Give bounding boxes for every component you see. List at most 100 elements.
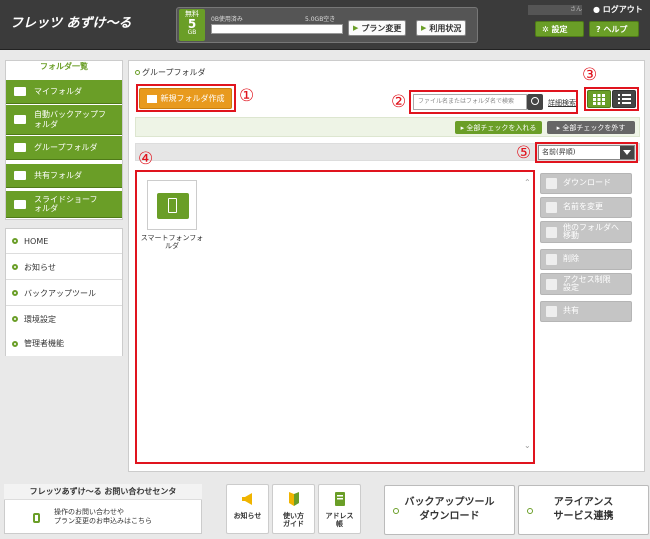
logout-link[interactable]: ● ログアウト [593,4,643,15]
sort-select[interactable]: 名前(昇順) [538,145,635,160]
sidebar-folder-my[interactable]: マイフォルダ [6,80,122,104]
new-folder-button[interactable]: 新規フォルダ作成 [139,88,232,109]
pencil-icon [546,202,557,213]
move-folder-icon [546,226,557,238]
sidebar-folder-shared[interactable]: 共有フォルダ [6,164,122,188]
sidebar-folder-autobackup[interactable]: 自動バックアップフォルダ [6,105,122,135]
address-label: アドレス [325,512,354,521]
grid-view-icon[interactable] [587,90,611,108]
address-book-button[interactable]: アドレス 帳 [318,484,361,534]
folder-list-title: フォルダ一覧 [40,62,88,71]
alliance-label: サービス連携 [553,511,614,522]
search-input[interactable]: ファイル名またはフォルダ名で検索 [413,94,527,110]
user-suffix: さん [569,6,582,13]
contact-center-text: 操作のお問い合わせや プラン変更のお申込みはこちら [54,508,152,527]
check-all-button[interactable]: ▸ 全部チェックを入れる [455,121,542,134]
action-label: 削除 [563,254,579,264]
arrow-icon: ▶ [421,24,427,32]
sidebar-item-home[interactable]: HOME [6,229,122,254]
arrow-icon: ▶ [353,24,359,32]
sidebar-item-label: HOME [24,236,49,246]
new-folder-label: 新規フォルダ作成 [160,94,225,103]
settings-button[interactable]: ✲ 設定 [535,21,584,37]
folder-icon [14,171,26,180]
beginner-mark-icon [288,492,299,506]
usage-status-label: 利用状況 [429,23,462,33]
bullet-icon [527,508,533,514]
backup-download-label: バックアップツール [404,496,495,508]
plan-badge: 無料 5 GB [179,9,205,41]
megaphone-icon [241,493,252,505]
bullet-icon [12,238,18,244]
rename-button[interactable]: 名前を変更 [540,197,632,218]
sidebar-item-admin[interactable]: 管理者機能 [6,331,122,356]
app-logo[interactable]: フレッツ あずけ〜る [10,12,132,31]
trash-icon [546,254,557,265]
usage-status-button[interactable]: ▶ 利用状況 [416,20,467,36]
sort-value: 名前(昇順) [542,148,576,156]
file-item-name[interactable]: スマートフォンフォルダ [138,234,206,251]
bullet-icon [393,508,399,514]
scroll-down-icon[interactable]: ⌄ [524,441,531,450]
sidebar-folder-slideshow[interactable]: スライドショーフォルダ [6,191,122,218]
sidebar-item-backup-tool[interactable]: バックアップツール [6,281,122,306]
gear-icon: ✲ [542,24,552,34]
breadcrumb-label: グループフォルダ [142,68,206,77]
sidebar-item-news[interactable]: お知らせ [6,255,122,280]
plan-change-button[interactable]: ▶ プラン変更 [348,20,407,36]
share-button[interactable]: 共有 [540,301,632,322]
logout-label: ログアウト [602,5,643,14]
guide-label: 使い方 [283,512,304,521]
download-button[interactable]: ダウンロード [540,173,632,194]
annotation-number-2: ② [391,92,407,112]
guide-label: ガイド [283,520,304,529]
bullet-icon [135,70,140,75]
annotation-number-5: ⑤ [516,143,532,163]
share-icon [546,306,557,317]
alliance-label: アライアンス [553,496,614,508]
sidebar-item-settings[interactable]: 環境設定 [6,307,122,332]
search-icon[interactable] [527,94,543,110]
news-label: お知らせ [233,512,262,521]
phone-icon [33,513,40,523]
bullet-icon [12,340,18,347]
list-view-icon[interactable] [612,90,636,108]
sidebar-item-label: 環境設定 [24,314,56,324]
sidebar-folder-label: 共有フォルダ [34,170,82,180]
download-icon [546,178,557,189]
scroll-up-icon[interactable]: ⌃ [524,178,531,187]
settings-label: 設定 [551,24,568,34]
usage-free-text: 5.0GB空き [305,16,336,23]
uncheck-all-button[interactable]: ▸ 全部チェックを外す [547,121,635,134]
smartphone-folder-icon [157,193,189,219]
contact-text-line: プラン変更のお申込みはこちら [54,517,152,526]
guide-button[interactable]: 使い方 ガイド [272,484,315,534]
file-area-scrollbar[interactable]: ⌃ ⌄ [523,176,533,456]
new-folder-icon [146,94,157,103]
advanced-search-link[interactable]: 詳細検索 [548,98,576,108]
action-label: ダウンロード [563,178,611,188]
sidebar-folder-label: 自動バックアップフォルダ [34,110,106,129]
news-button[interactable]: お知らせ [226,484,269,534]
sidebar-item-label: バックアップツール [24,288,96,298]
logout-icon: ● [593,5,603,14]
help-label: ヘルプ [603,24,628,34]
sidebar-folder-group[interactable]: グループフォルダ [6,136,122,160]
backup-tool-download-button[interactable]: バックアップツール ダウンロード [384,485,515,535]
delete-button[interactable]: 削除 [540,249,632,270]
address-book-icon [334,492,345,506]
file-item[interactable] [147,180,197,230]
backup-download-label: ダウンロード [419,511,480,522]
folder-icon [14,115,26,124]
sidebar-folder-label: グループフォルダ [34,142,98,152]
alliance-service-button[interactable]: アライアンス サービス連携 [518,485,649,535]
help-button[interactable]: ? ヘルプ [589,21,639,37]
action-label: 共有 [563,306,579,316]
access-restriction-button[interactable]: アクセス制限設定 [540,273,632,295]
move-button[interactable]: 他のフォルダへ移動 [540,221,632,243]
annotation-number-3: ③ [582,65,598,85]
check-all-label: 全部チェックを入れる [466,123,537,132]
folder-icon [14,199,26,209]
uncheck-all-label: 全部チェックを外す [562,123,626,132]
question-icon: ? [596,24,604,34]
